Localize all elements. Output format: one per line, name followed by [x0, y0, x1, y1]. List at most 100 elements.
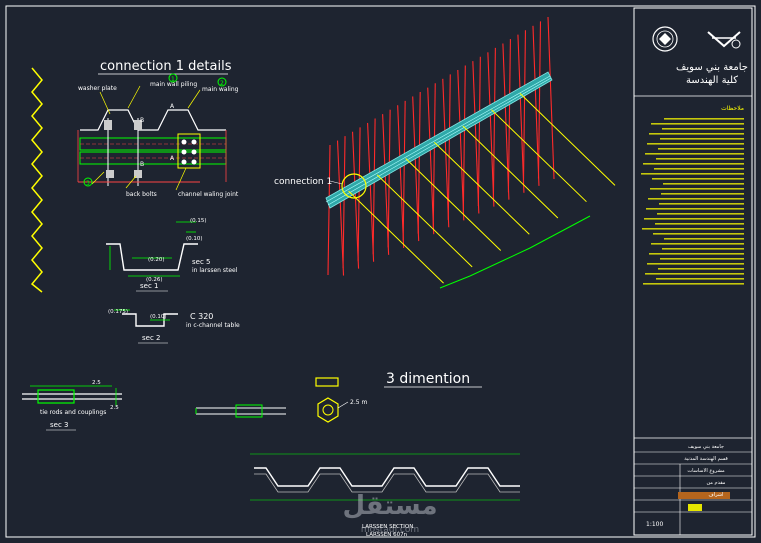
- sheet-pile-line: [432, 83, 436, 227]
- note-line: [646, 208, 744, 210]
- sec1-profile: [106, 221, 198, 277]
- section-mark-a2: A: [170, 155, 175, 162]
- note-line: [664, 118, 744, 120]
- note-line: [650, 188, 744, 190]
- note-line: [654, 168, 744, 170]
- sheet-border: [5, 5, 756, 538]
- nut-dim: 2.5 m: [350, 399, 367, 406]
- sheet-pile-line: [387, 109, 391, 248]
- watermark-url: mostaql.com: [361, 525, 419, 535]
- callout-main-waling: main waling: [202, 86, 239, 93]
- section-mark-a1: A: [170, 103, 175, 110]
- callout-bubble-2-num: 2: [220, 80, 224, 87]
- note-line: [658, 268, 744, 270]
- sec3-tie-rod: [22, 385, 122, 406]
- pile-elevation-zigzag: [30, 67, 43, 293]
- sec1-dim-2: (0.10): [186, 236, 203, 242]
- note-line: [658, 148, 744, 150]
- sheet-pile-line: [477, 56, 481, 207]
- sec2-note-1: C 320: [190, 312, 213, 321]
- callout-channel-waling-joint: channel waling joint: [178, 191, 239, 198]
- note-line: [649, 253, 744, 255]
- note-line: [660, 258, 744, 260]
- note-line: [651, 123, 744, 125]
- tie-rod-line: [519, 93, 616, 186]
- sec1-dim-3: (0.20): [148, 257, 165, 263]
- watermark-text: مستقل: [342, 491, 437, 521]
- note-line: [641, 173, 744, 175]
- note-line: [663, 183, 744, 185]
- callout-bubble-3-num: 3: [86, 180, 90, 187]
- sec3-dim-top: 2.5: [92, 380, 101, 386]
- note-line: [649, 133, 744, 135]
- university-name: جامعة بني سويف: [676, 62, 748, 73]
- connection-detail-plan: [77, 85, 227, 191]
- note-line: [660, 138, 744, 140]
- faculty-logo: [707, 31, 741, 49]
- tb-row-4: مقدم من: [706, 480, 725, 486]
- note-line: [657, 213, 744, 215]
- cad-canvas: connection 1 details washer plate main w…: [5, 5, 756, 538]
- sec2-note-2: in c-channel table: [186, 322, 240, 329]
- note-line: [644, 218, 744, 220]
- university-logo: [652, 26, 678, 52]
- note-line: [647, 143, 744, 145]
- sec3-label: sec 3: [50, 421, 68, 429]
- sheet-pile-line: [357, 127, 361, 262]
- sheet-pile-line: [492, 47, 496, 200]
- sec2-dim-2: (0.10): [150, 314, 167, 320]
- note-line: [648, 198, 744, 200]
- tie-rod-line: [348, 190, 444, 284]
- sheet-pile-line: [522, 30, 526, 186]
- view-title-3d: 3 dimention: [386, 371, 470, 387]
- note-line: [656, 278, 744, 280]
- note-line: [643, 283, 744, 285]
- connection-1-label: connection 1: [274, 177, 332, 187]
- sheet-pile-line: [397, 105, 405, 248]
- sheet-pile-line: [507, 39, 511, 193]
- section-mark-b1: B: [140, 117, 144, 124]
- sheet-pile-line: [402, 100, 406, 241]
- sec1-dim-1: (0.15): [190, 218, 207, 224]
- sheet-pile-line: [472, 61, 480, 214]
- tb-row-1: جامعة بني سويف: [688, 444, 724, 450]
- note-line: [662, 128, 744, 130]
- sheet-pile-line: [327, 144, 331, 276]
- sheet-pile-line: [517, 34, 525, 193]
- sheet-pile-line: [532, 25, 540, 186]
- sheet-pile-line: [427, 87, 435, 235]
- drawing-sheet: connection 1 details washer plate main w…: [0, 0, 761, 543]
- sheet-pile-line: [342, 136, 346, 269]
- callout-bubble-1-num: 1: [171, 76, 175, 83]
- tb-scale: 1:100: [646, 521, 663, 528]
- tb-row-2: قسم الهندسة المدنية: [684, 456, 728, 462]
- sheet-pile-line: [457, 69, 465, 221]
- mostaql-watermark: مستقل mostaql.com: [342, 491, 437, 535]
- section-mark-b2: B: [140, 161, 144, 168]
- note-line: [661, 193, 744, 195]
- note-line: [643, 163, 744, 165]
- connection-details-title: connection 1 details: [100, 59, 232, 74]
- sheet-pile-line: [336, 140, 345, 276]
- note-line: [656, 158, 744, 160]
- note-line: [647, 263, 744, 265]
- callout-back-bolts: back bolts: [126, 191, 157, 198]
- sec2-dim-1: (0.175): [108, 309, 128, 315]
- note-line: [651, 243, 744, 245]
- notes-title: ملاحظات: [721, 105, 744, 112]
- sheet-pile-line: [547, 16, 555, 180]
- note-line: [653, 233, 744, 235]
- note-line: [645, 273, 744, 275]
- note-line: [645, 153, 744, 155]
- sec1-note-1: sec 5: [192, 258, 210, 266]
- sec3-dim-side: 2.5: [110, 405, 119, 411]
- tb-row-5: اشراف: [709, 492, 724, 498]
- sheet-pile-line: [367, 122, 375, 262]
- sheet-pile-line: [462, 65, 466, 213]
- note-line: [652, 178, 744, 180]
- callout-washer-plate: washer plate: [78, 85, 117, 92]
- tie-rod-dimension-line: [439, 215, 591, 289]
- sheet-pile-line: [447, 74, 451, 220]
- note-line: [655, 223, 744, 225]
- note-line: [662, 248, 744, 250]
